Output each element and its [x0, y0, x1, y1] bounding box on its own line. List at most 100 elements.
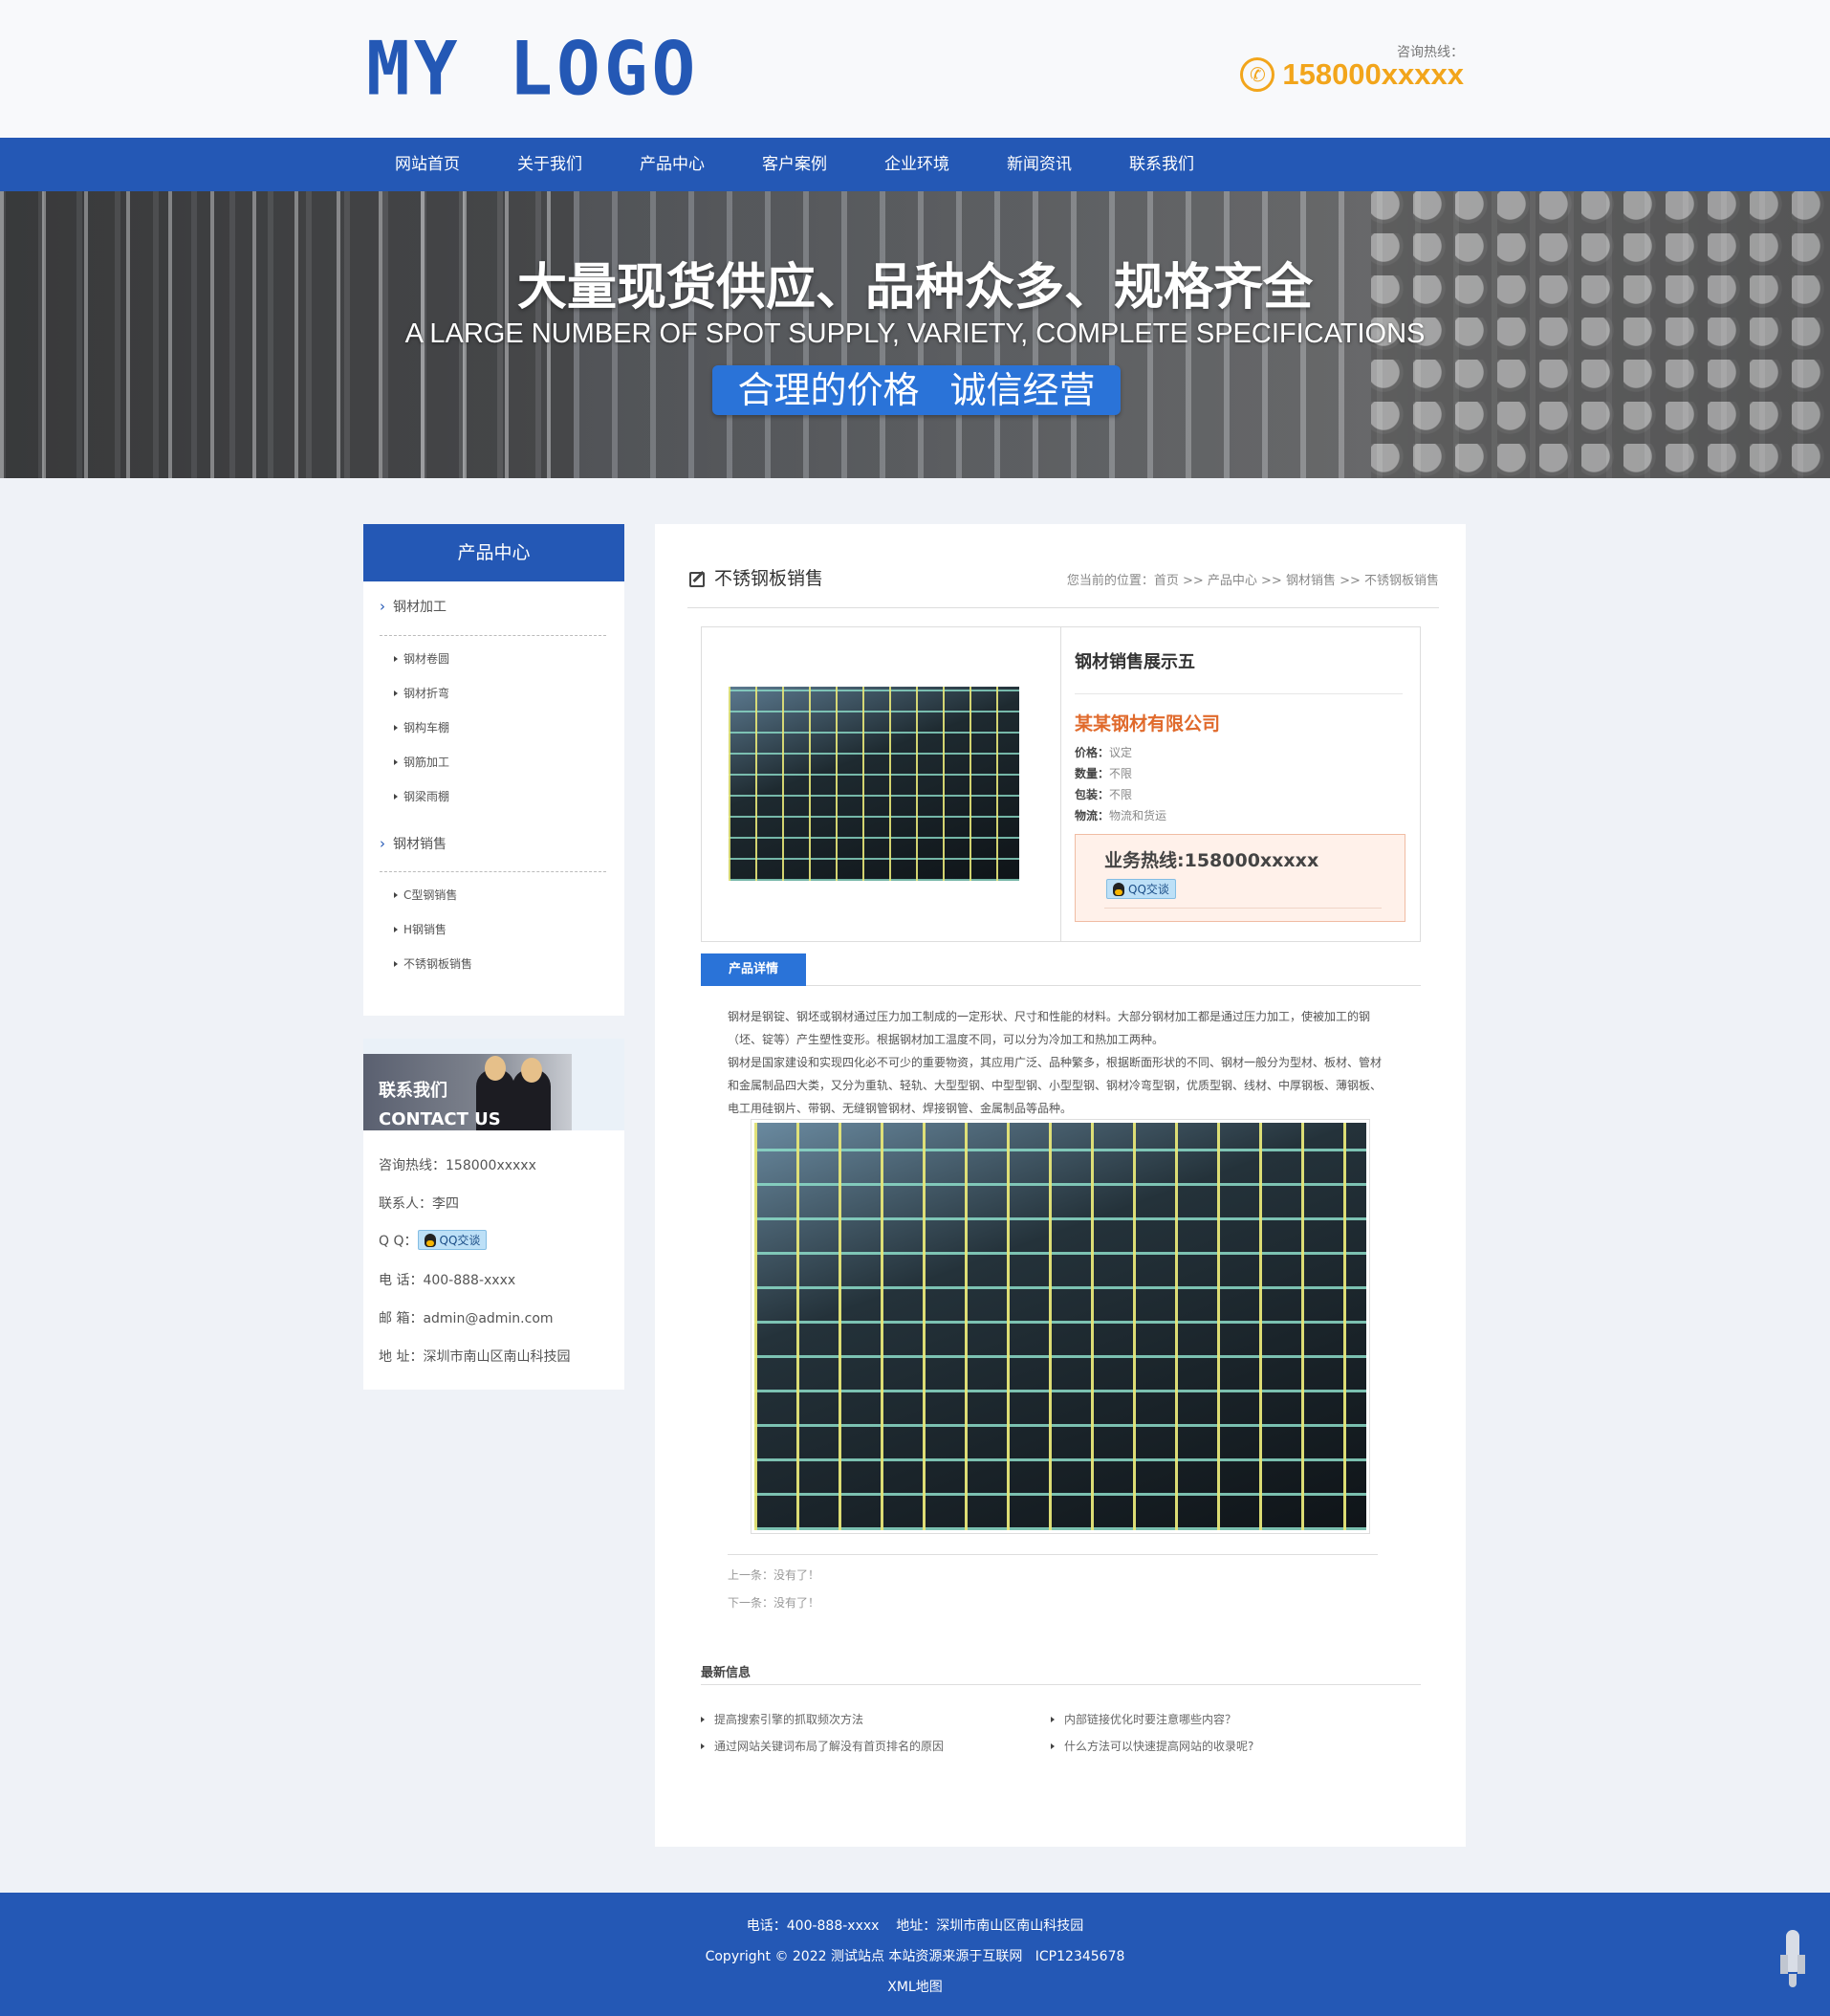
nav-item-news[interactable]: 新闻资讯: [978, 138, 1100, 191]
product-name: 钢材销售展示五: [1075, 652, 1195, 672]
bullet-icon: [701, 1716, 705, 1722]
banner-title: 大量现货供应、品种众多、规格齐全: [516, 259, 1313, 317]
sidebar-category-processing[interactable]: › 钢材加工: [380, 597, 447, 616]
nav-item-contact[interactable]: 联系我们: [1100, 138, 1223, 191]
bullet-icon: [1051, 1742, 1055, 1749]
sidebar-subitem[interactable]: 钢材折弯: [394, 685, 449, 701]
bullet-icon: [701, 1742, 705, 1749]
latest-news-item[interactable]: 什么方法可以快速提高网站的收录呢?: [1051, 1738, 1253, 1754]
section-title: 不锈钢板销售: [714, 568, 824, 589]
chevron-right-icon: ›: [380, 835, 385, 852]
qq-icon: [1113, 882, 1124, 896]
attr-value: 不限: [1109, 767, 1133, 780]
sidebar-subitem[interactable]: 不锈钢板销售: [394, 955, 472, 972]
sidebar-subitem-label: 钢构车棚: [403, 721, 450, 734]
divider: [1075, 693, 1403, 694]
contact-phone: 电 话：400-888-xxxx: [379, 1273, 516, 1288]
staff-head: [521, 1058, 542, 1083]
contact-hotline: 咨询热线：158000xxxxx: [379, 1158, 536, 1173]
bullet-icon: [394, 926, 398, 932]
divider: [380, 635, 606, 636]
section-header: 不锈钢板销售 您当前的位置：首页 >> 产品中心 >> 钢材销售 >> 不锈钢板…: [687, 564, 1439, 608]
bullet-icon: [394, 891, 398, 898]
sidebar-category-sales[interactable]: › 钢材销售: [380, 834, 447, 853]
latest-news-item[interactable]: 提高搜索引擎的抓取频次方法: [701, 1711, 863, 1727]
hotline-number: 158000xxxxx: [1282, 57, 1464, 91]
description-paragraph: 钢材是钢锭、钢坯或钢材通过压力加工制成的一定形状、尺寸和性能的材料。大部分钢材加…: [728, 1010, 1371, 1046]
sidebar-product-categories: 产品中心 › 钢材加工 钢材卷圆 钢材折弯 钢构车棚 钢筋加工 钢梁雨棚 › 钢…: [363, 524, 624, 1016]
qq-chat-button[interactable]: QQ交谈: [1106, 879, 1176, 899]
contact-title: 联系我们 CONTACT US: [379, 1077, 501, 1134]
business-hotline: 业务热线:158000xxxxx: [1104, 850, 1319, 871]
rocket-fin: [1780, 1955, 1788, 1974]
footer-sitemap-link[interactable]: XML地图: [0, 1977, 1830, 1996]
description-paragraph: 钢材是国家建设和实现四化必不可少的重要物资，其应用广泛、品种繁多，根据断面形状的…: [728, 1056, 1383, 1115]
nav-item-home[interactable]: 网站首页: [366, 138, 489, 191]
product-summary: 钢材销售展示五 某某钢材有限公司 价格：议定 数量：不限 包装：不限 物流：物流…: [701, 626, 1421, 942]
bullet-icon: [394, 793, 398, 800]
product-quantity: 数量：不限: [1075, 765, 1132, 781]
sidebar-contact: 联系我们 CONTACT US 咨询热线：158000xxxxx 联系人：李四 …: [363, 1039, 624, 1390]
chevron-right-icon: ›: [380, 598, 385, 615]
next-link[interactable]: 下一条：没有了！: [728, 1594, 819, 1611]
sidebar-subitem[interactable]: 钢筋加工: [394, 754, 449, 770]
sidebar-subitem[interactable]: H钢销售: [394, 921, 447, 937]
attr-label: 价格：: [1075, 746, 1110, 759]
sidebar-subitem-label: 钢筋加工: [403, 756, 450, 769]
bullet-icon: [394, 655, 398, 662]
site-header: MY LOGO 咨询热线： ✆ 158000xxxxx: [0, 0, 1830, 138]
qq-chat-button[interactable]: QQ交谈: [417, 1230, 488, 1250]
sidebar-heading: 产品中心: [363, 524, 624, 581]
sidebar-subitem-label: 钢材折弯: [403, 687, 450, 700]
latest-news-label: 什么方法可以快速提高网站的收录呢?: [1064, 1740, 1254, 1753]
latest-news-label: 内部链接优化时要注意哪些内容？: [1064, 1713, 1237, 1726]
steel-tubes-image: [729, 687, 1019, 881]
contact-title-cn: 联系我们: [379, 1081, 447, 1101]
business-hotline-box: 业务热线:158000xxxxx QQ交谈: [1075, 834, 1405, 922]
contact-qq: Q Q： QQ交谈: [379, 1230, 488, 1250]
qq-icon: [424, 1233, 436, 1247]
divider: [701, 1684, 1421, 1685]
sidebar-subitem[interactable]: C型钢销售: [394, 887, 457, 903]
divider: [1060, 627, 1061, 941]
bullet-icon: [394, 724, 398, 731]
latest-news-item[interactable]: 通过网站关键词布局了解没有首页排名的原因: [701, 1738, 944, 1754]
bullet-icon: [394, 960, 398, 967]
sidebar-subitem-label: C型钢销售: [403, 888, 458, 902]
breadcrumb[interactable]: 您当前的位置：首页 >> 产品中心 >> 钢材销售 >> 不锈钢板销售: [1067, 570, 1439, 588]
phone-icon: ✆: [1240, 57, 1275, 92]
sidebar-subitem[interactable]: 钢构车棚: [394, 719, 449, 735]
sidebar-subitem[interactable]: 钢材卷圆: [394, 650, 449, 667]
sidebar-subitem-label: H钢销售: [403, 923, 447, 936]
contact-title-en: CONTACT US: [379, 1109, 501, 1129]
steel-tubes-image: [754, 1123, 1366, 1530]
hotline: ✆ 158000xxxxx: [1240, 57, 1464, 92]
site-logo[interactable]: MY LOGO: [366, 32, 699, 106]
nav-item-products[interactable]: 产品中心: [611, 138, 733, 191]
footer-contact: 电话：400-888-xxxx 地址：深圳市南山区南山科技园: [746, 1918, 1084, 1934]
footer-copyright: Copyright © 2022 测试站点 本站资源来源于互联网 ICP1234…: [705, 1949, 1125, 1964]
site-footer: 电话：400-888-xxxx 地址：深圳市南山区南山科技园 Copyright…: [0, 1893, 1830, 2016]
tab-product-details[interactable]: 产品详情: [701, 953, 806, 986]
hero-banner: 大量现货供应、品种众多、规格齐全 A LARGE NUMBER OF SPOT …: [0, 191, 1830, 478]
banner-tag: 合理的价格 诚信经营: [712, 365, 1121, 415]
sidebar-category-label: 钢材销售: [393, 837, 447, 852]
nav-item-cases[interactable]: 客户案例: [733, 138, 856, 191]
nav-item-environment[interactable]: 企业环境: [856, 138, 978, 191]
contact-qq-label: Q Q：: [379, 1233, 418, 1249]
rocket-flame: [1789, 1974, 1797, 1987]
detail-image: [751, 1119, 1370, 1534]
banner-subtitle: A LARGE NUMBER OF SPOT SUPPLY, VARIETY, …: [404, 318, 1426, 349]
prev-link[interactable]: 上一条：没有了！: [728, 1567, 819, 1583]
main-content: 不锈钢板销售 您当前的位置：首页 >> 产品中心 >> 钢材销售 >> 不锈钢板…: [655, 524, 1466, 1847]
attr-label: 数量：: [1075, 767, 1110, 780]
back-to-top-rocket-icon[interactable]: [1778, 1930, 1807, 1987]
product-price: 价格：议定: [1075, 744, 1132, 760]
product-image[interactable]: [729, 687, 1019, 881]
contact-email: 邮 箱：admin@admin.com: [379, 1311, 554, 1326]
nav-item-about[interactable]: 关于我们: [489, 138, 611, 191]
sidebar-subitem[interactable]: 钢梁雨棚: [394, 788, 449, 804]
detail-tabs: 产品详情: [701, 953, 1421, 986]
attr-value: 不限: [1109, 788, 1133, 801]
latest-news-item[interactable]: 内部链接优化时要注意哪些内容？: [1051, 1711, 1236, 1727]
